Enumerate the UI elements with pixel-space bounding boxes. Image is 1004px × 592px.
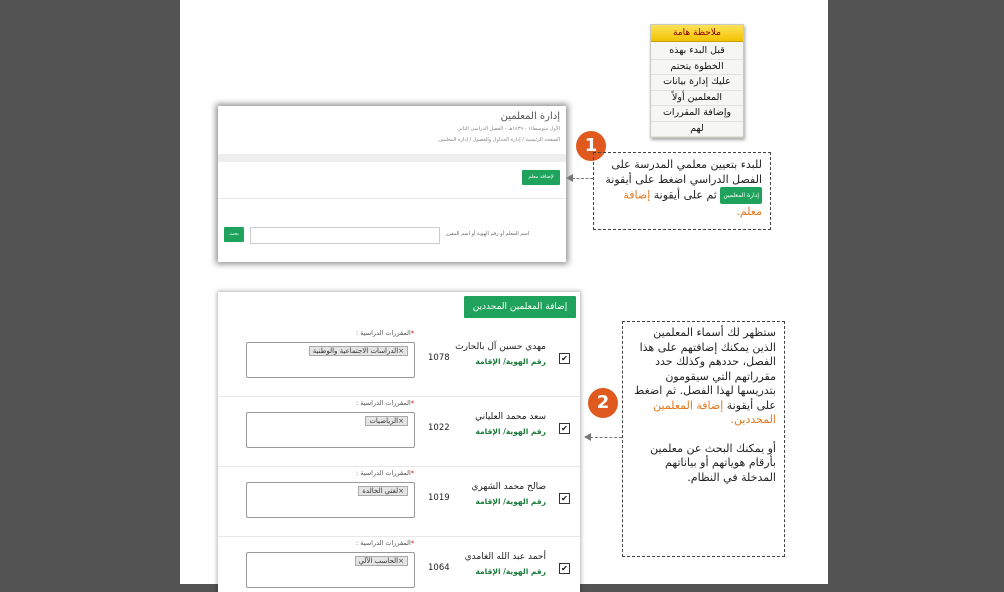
document-page: ملاحظة هامة قبل البدء بهذه الخطوة يتحتم … [180, 0, 828, 592]
breadcrumb: الصفحة الرئيسية / إدارة الجداول والفصول … [438, 137, 560, 143]
arrow-line [590, 437, 622, 438]
page-subtitle: الأول متوسط/١ - ١٤٣٩هـ - الفصل الدراسي ا… [457, 126, 560, 132]
course-tag[interactable]: ×لغتي الخالدة [358, 486, 408, 496]
courses-select[interactable]: ×الدراسات الاجتماعية والوطنية [246, 342, 415, 378]
courses-label-text: المقررات الدراسية : [356, 329, 411, 337]
courses-label: *المقررات الدراسية : [356, 329, 414, 337]
add-teachers-screenshot: إضافة المعلمين المحددين ✔ مهدي حسين آل ب… [218, 292, 580, 592]
search-label: اسم المعلم أو رقم الهوية أو اسم المقرر [446, 231, 530, 237]
arrow-head [584, 433, 591, 441]
teacher-number: 1022 [428, 423, 450, 433]
add-teacher-button[interactable]: لإضافة معلم [522, 170, 560, 185]
courses-select[interactable]: ×الحاسب الآلي [246, 552, 415, 588]
instruction-text: أو يمكنك البحث عن معلمين بأرقام هوياتهم … [650, 441, 776, 484]
courses-select[interactable]: ×لغتي الخالدة [246, 482, 415, 518]
teachers-management-screenshot: إدارة المعلمين الأول متوسط/١ - ١٤٣٩هـ - … [218, 106, 566, 262]
id-label: رقم الهوية/ الإقامة [475, 567, 546, 576]
note-line: لهم [651, 122, 743, 137]
course-tag[interactable]: ×الدراسات الاجتماعية والوطنية [308, 346, 408, 356]
teacher-row: ✔ صالح محمد الشهري رقم الهوية/ الإقامة 1… [218, 466, 580, 537]
courses-label-text: المقررات الدراسية : [356, 399, 411, 407]
courses-label: *المقررات الدراسية : [356, 399, 414, 407]
courses-select[interactable]: ×الرياضيات [246, 412, 415, 448]
required-star: * [410, 399, 415, 407]
teacher-name: صالح محمد الشهري [471, 482, 546, 492]
teacher-row: ✔ سعد محمد العلياني رقم الهوية/ الإقامة … [218, 396, 580, 467]
note-body: قبل البدء بهذه الخطوة يتحتم عليك إدارة ب… [651, 42, 743, 137]
divider [218, 198, 566, 199]
note-line: الخطوة يتحتم [651, 60, 743, 75]
note-line: عليك إدارة بيانات [651, 75, 743, 91]
course-tag[interactable]: ×الرياضيات [365, 416, 408, 426]
manage-teachers-chip: إدارة المعلمين [720, 187, 762, 204]
step-2-badge: 2 [588, 388, 618, 418]
id-label: رقم الهوية/ الإقامة [475, 427, 546, 436]
note-line: المعلمين أولاً [651, 91, 743, 106]
teacher-row: ✔ مهدي حسين آل بالحارث رقم الهوية/ الإقا… [218, 326, 580, 397]
step-1-instructions: للبدء بتعيين معلمي المدرسة على الفصل الد… [593, 152, 771, 230]
teacher-checkbox[interactable]: ✔ [559, 353, 570, 364]
note-line: قبل البدء بهذه [651, 44, 743, 60]
page-title: إدارة المعلمين [500, 111, 560, 122]
teacher-number: 1078 [428, 353, 450, 363]
note-line: وإضافة المقررات [651, 106, 743, 122]
important-note-card: ملاحظة هامة قبل البدء بهذه الخطوة يتحتم … [650, 24, 744, 138]
courses-label: *المقررات الدراسية : [356, 469, 414, 477]
search-button[interactable]: بحث [224, 227, 244, 242]
teacher-number: 1064 [428, 563, 450, 573]
teacher-name: سعد محمد العلياني [475, 412, 546, 422]
course-tag[interactable]: ×الحاسب الآلي [354, 556, 408, 566]
note-title: ملاحظة هامة [651, 25, 743, 42]
id-label: رقم الهوية/ الإقامة [475, 357, 546, 366]
teacher-checkbox[interactable]: ✔ [559, 423, 570, 434]
teacher-name: أحمد عبد الله الغامدي [464, 552, 546, 562]
required-star: * [410, 469, 415, 477]
arrow-head [566, 174, 573, 182]
id-label: رقم الهوية/ الإقامة [475, 497, 546, 506]
courses-label-text: المقررات الدراسية : [356, 539, 411, 547]
search-input[interactable] [250, 227, 440, 244]
teacher-checkbox[interactable]: ✔ [559, 493, 570, 504]
courses-label: *المقررات الدراسية : [356, 539, 414, 547]
teacher-name: مهدي حسين آل بالحارث [455, 342, 546, 352]
required-star: * [410, 539, 415, 547]
instruction-text: ثم على أيقونة [653, 188, 717, 202]
arrow-line [572, 178, 593, 179]
required-star: * [410, 329, 415, 337]
step-2-instructions: ستظهر لك أسماء المعلمين الذين يمكنك إضاف… [622, 321, 785, 557]
courses-label-text: المقررات الدراسية : [356, 469, 411, 477]
teacher-checkbox[interactable]: ✔ [559, 563, 570, 574]
add-selected-teachers-button[interactable]: إضافة المعلمين المحددين [464, 296, 576, 318]
divider-band [218, 154, 566, 162]
instruction-text: للبدء بتعيين معلمي المدرسة على الفصل الد… [605, 158, 762, 186]
teacher-number: 1019 [428, 493, 450, 503]
